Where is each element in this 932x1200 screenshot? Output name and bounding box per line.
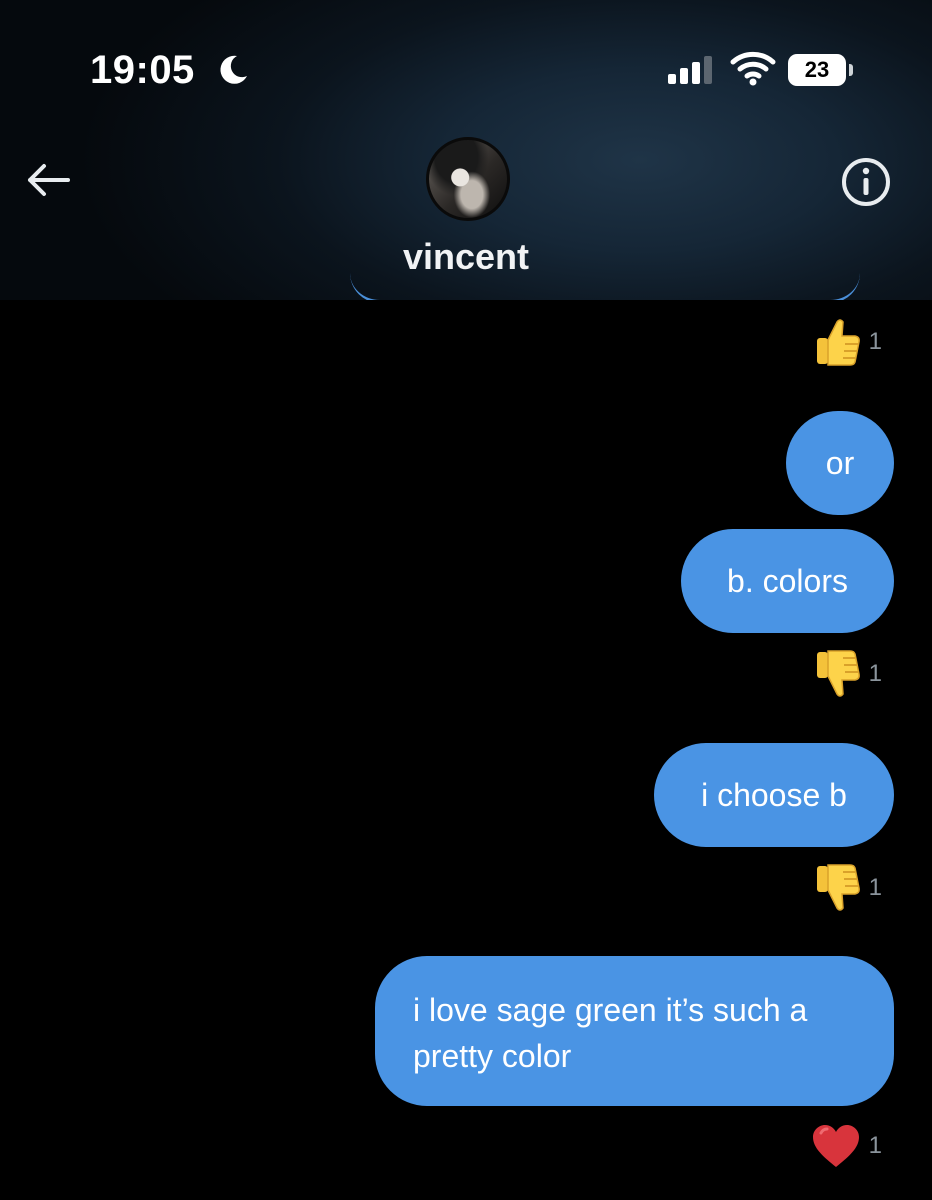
reaction-count: 1 <box>868 328 882 355</box>
message-bubble[interactable]: i choose b <box>654 743 894 847</box>
message-text: i love sage green it’s such a pretty col… <box>413 992 808 1074</box>
status-time: 19:05 <box>90 48 195 92</box>
battery-indicator: 23 <box>788 54 856 88</box>
reaction-heart[interactable]: 1 <box>811 1118 882 1174</box>
message-text: i choose b <box>701 777 847 813</box>
message-text: or <box>825 445 855 481</box>
reaction-count: 1 <box>868 1132 882 1159</box>
status-bar: 19:05 23 <box>0 0 932 130</box>
cellular-signal-icon <box>668 56 712 84</box>
message-text: b. colors <box>727 563 848 599</box>
wifi-icon <box>730 51 776 86</box>
contact-avatar[interactable] <box>426 137 510 221</box>
battery-level: 23 <box>788 54 846 86</box>
reaction-thumbs-up[interactable]: 1 <box>815 314 882 370</box>
info-circle-icon[interactable] <box>840 156 892 208</box>
back-arrow-icon[interactable] <box>24 158 72 202</box>
reaction-count: 1 <box>868 874 882 901</box>
thumbs-down-icon <box>816 864 860 911</box>
moon-icon <box>220 55 247 84</box>
reaction-thumbs-down[interactable]: 1 <box>815 860 882 916</box>
message-bubble[interactable]: b. colors <box>681 529 894 633</box>
reaction-count: 1 <box>868 660 882 687</box>
battery-cap <box>849 64 853 76</box>
message-bubble[interactable]: i love sage green it’s such a pretty col… <box>375 956 894 1106</box>
reaction-thumbs-down[interactable]: 1 <box>815 646 882 702</box>
previous-message-bubble-edge <box>350 270 860 300</box>
heart-icon <box>812 1125 859 1167</box>
thumbs-up-icon <box>816 319 860 366</box>
conversation-header: 19:05 23 vincent <box>0 0 932 300</box>
message-bubble[interactable]: or <box>786 411 894 515</box>
thumbs-down-icon <box>816 650 860 697</box>
